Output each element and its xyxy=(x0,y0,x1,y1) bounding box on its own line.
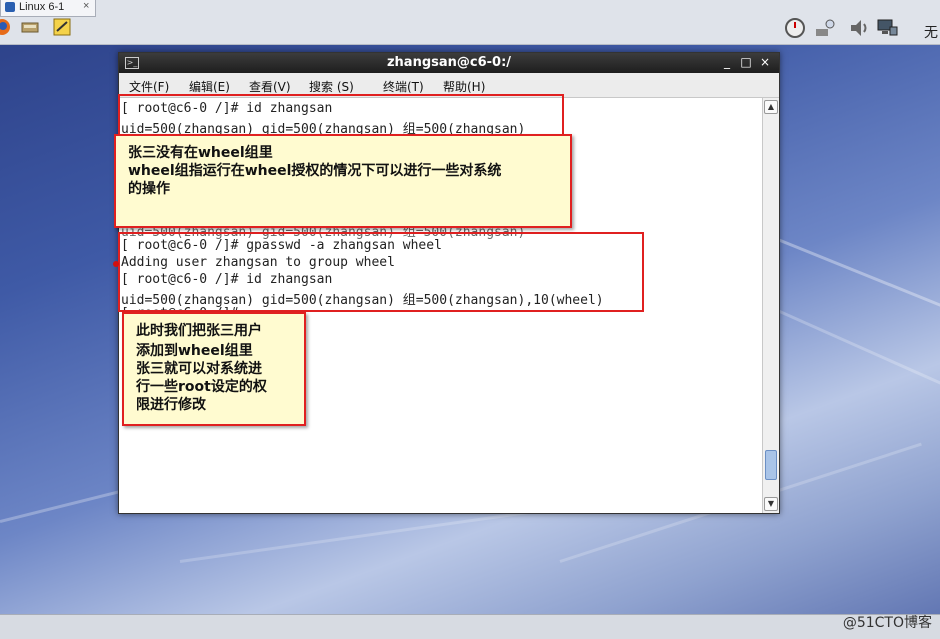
note-line: 张三就可以对系统进 xyxy=(136,361,262,377)
scroll-thumb[interactable] xyxy=(765,450,777,480)
note-line: 的操作 xyxy=(128,181,170,197)
scroll-up-icon[interactable]: ▲ xyxy=(764,100,778,114)
note-line: wheel组指运行在wheel授权的情况下可以进行一些对系统 xyxy=(128,163,502,179)
annotation-note-2: 此时我们把张三用户 添加到wheel组里 张三就可以对系统进 行一些root设定… xyxy=(122,312,306,426)
minimize-button[interactable]: _ xyxy=(719,54,735,70)
vertical-scrollbar[interactable]: ▲ ▼ xyxy=(762,98,779,513)
note-line: 张三没有在wheel组里 xyxy=(128,145,273,161)
scanner-icon[interactable] xyxy=(20,17,40,37)
maximize-button[interactable]: □ xyxy=(738,54,754,70)
status-bar xyxy=(0,614,940,639)
marker-dot xyxy=(113,261,119,267)
menu-terminal[interactable]: 终端(T) xyxy=(383,78,424,95)
menu-view[interactable]: 查看(V) xyxy=(249,78,291,95)
note-line: 添加到wheel组里 xyxy=(136,343,253,359)
watermark: @51CTO博客 xyxy=(842,615,932,631)
close-tab-icon[interactable]: × xyxy=(83,0,89,12)
window-title: zhangsan@c6-0:/ xyxy=(386,55,512,70)
close-button[interactable]: × xyxy=(757,54,773,70)
corner-label: 无 xyxy=(924,25,938,41)
network-icon[interactable] xyxy=(814,17,836,39)
note-line: 此时我们把张三用户 xyxy=(136,323,262,339)
note-line: 限进行修改 xyxy=(136,397,206,413)
speaker-icon[interactable] xyxy=(848,17,870,39)
vm-tab-label: Linux 6-1 xyxy=(19,1,65,13)
window-titlebar[interactable]: >_ zhangsan@c6-0:/ _ □ × xyxy=(119,53,779,73)
vm-toolbar: Linux 6-1 × 无 xyxy=(0,0,940,45)
annotation-note-1: 张三没有在wheel组里 wheel组指运行在wheel授权的情况下可以进行一些… xyxy=(114,134,572,228)
clock-icon[interactable] xyxy=(784,17,806,39)
menu-search[interactable]: 搜索 (S) xyxy=(309,78,354,95)
scroll-down-icon[interactable]: ▼ xyxy=(764,497,778,511)
vm-tab[interactable]: Linux 6-1 × xyxy=(0,0,96,17)
firefox-icon[interactable] xyxy=(0,17,12,37)
display-icon[interactable] xyxy=(876,17,898,39)
menu-file[interactable]: 文件(F) xyxy=(129,78,169,95)
notepad-icon[interactable] xyxy=(52,17,72,37)
menu-edit[interactable]: 编辑(E) xyxy=(189,78,230,95)
menu-help[interactable]: 帮助(H) xyxy=(443,78,485,95)
highlight-box-gpasswd xyxy=(118,232,644,312)
vm-icon xyxy=(5,2,15,12)
highlight-box-id-output xyxy=(118,94,564,138)
note-line: 行一些root设定的权 xyxy=(136,379,267,395)
